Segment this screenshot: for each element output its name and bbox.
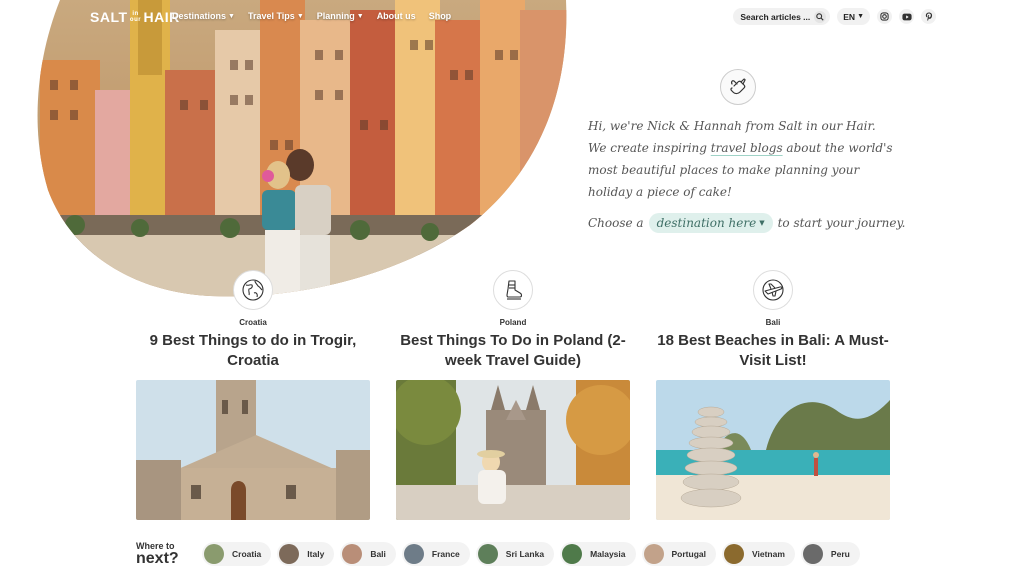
- chip-thumbnail: [643, 544, 664, 564]
- nav-destinations[interactable]: Destinations ▼: [172, 11, 235, 21]
- nav-shop[interactable]: Shop: [429, 11, 452, 21]
- card-country: Bali: [765, 318, 781, 327]
- nav-about-us[interactable]: About us: [377, 11, 416, 21]
- header-utilities: Search articles ... EN ▼: [733, 8, 936, 25]
- chip-portugal[interactable]: Portugal: [641, 542, 716, 566]
- search-placeholder: Search articles ...: [740, 11, 811, 22]
- site-logo[interactable]: SALT in our HAIR: [90, 9, 180, 25]
- where-to-next-heading: Where to next?: [136, 541, 179, 567]
- card-country: Croatia: [239, 318, 267, 327]
- chip-france[interactable]: France: [401, 542, 470, 566]
- travel-blogs-link[interactable]: travel blogs: [711, 141, 783, 155]
- chip-italy[interactable]: Italy: [277, 542, 335, 566]
- hero-image: [37, 0, 567, 297]
- chip-sri-lanka[interactable]: Sri Lanka: [475, 542, 555, 566]
- logo-text-mini: in our: [129, 11, 142, 23]
- article-card-croatia[interactable]: Croatia 9 Best Things to do in Trogir, C…: [136, 270, 370, 520]
- card-image[interactable]: [396, 380, 630, 520]
- chip-thumbnail: [802, 544, 823, 564]
- chevron-down-icon: ▼: [296, 12, 304, 20]
- card-title[interactable]: Best Things To Do in Poland (2-week Trav…: [396, 331, 630, 371]
- shaka-hand-icon: [720, 69, 756, 105]
- destination-chips: Croatia Italy Bali France Sri Lanka Mala…: [202, 542, 886, 566]
- card-title[interactable]: 9 Best Things to do in Trogir, Croatia: [136, 331, 370, 371]
- destination-dropdown[interactable]: destination here ▼: [648, 213, 773, 233]
- chip-thumbnail: [724, 544, 744, 564]
- chevron-down-icon: ▼: [228, 12, 235, 20]
- chip-vietnam[interactable]: Vietnam: [722, 542, 795, 566]
- card-country: Poland: [499, 318, 527, 327]
- language-selector[interactable]: EN ▼: [837, 8, 870, 25]
- card-image[interactable]: [136, 380, 370, 520]
- chip-bali[interactable]: Bali: [340, 542, 396, 566]
- chip-thumbnail: [279, 544, 300, 564]
- chevron-down-icon: ▼: [857, 13, 864, 20]
- chevron-down-icon: ▼: [356, 12, 364, 20]
- article-card-poland[interactable]: Poland Best Things To Do in Poland (2-we…: [396, 270, 630, 520]
- boot-icon: [493, 270, 533, 310]
- chip-thumbnail: [342, 544, 363, 564]
- chevron-down-icon: ▼: [759, 219, 765, 227]
- chip-peru[interactable]: Peru: [800, 542, 860, 566]
- logo-text-left: SALT: [90, 9, 128, 25]
- card-title[interactable]: 18 Best Beaches in Bali: A Must-Visit Li…: [656, 331, 890, 371]
- card-image[interactable]: [656, 380, 890, 520]
- chip-thumbnail: [477, 544, 498, 564]
- chip-thumbnail: [403, 544, 424, 564]
- globe-icon: [233, 270, 273, 310]
- search-input[interactable]: Search articles ...: [733, 8, 831, 25]
- chip-croatia[interactable]: Croatia: [202, 542, 272, 566]
- choose-destination: Choose a destination here ▼ to start you…: [588, 213, 905, 233]
- chip-thumbnail: [204, 544, 224, 564]
- intro-line-1: Hi, we're Nick & Hannah from Salt in our…: [588, 119, 876, 133]
- intro-text: Hi, we're Nick & Hannah from Salt in our…: [588, 115, 898, 203]
- chip-malaysia[interactable]: Malaysia: [560, 542, 636, 566]
- youtube-icon[interactable]: [899, 9, 914, 24]
- instagram-icon[interactable]: [877, 9, 892, 24]
- plane-icon: [753, 270, 793, 310]
- pinterest-icon[interactable]: [921, 9, 936, 24]
- article-card-bali[interactable]: Bali 18 Best Beaches in Bali: A Must-Vis…: [656, 270, 890, 520]
- nav-planning[interactable]: Planning ▼: [317, 11, 364, 21]
- main-nav: Destinations ▼ Travel Tips ▼ Planning ▼ Abo…: [172, 11, 451, 21]
- intro-line-2: We create inspiring travel blogs about t…: [588, 141, 893, 199]
- nav-travel-tips[interactable]: Travel Tips ▼: [248, 11, 304, 21]
- search-icon[interactable]: [814, 10, 827, 23]
- chip-thumbnail: [562, 544, 583, 564]
